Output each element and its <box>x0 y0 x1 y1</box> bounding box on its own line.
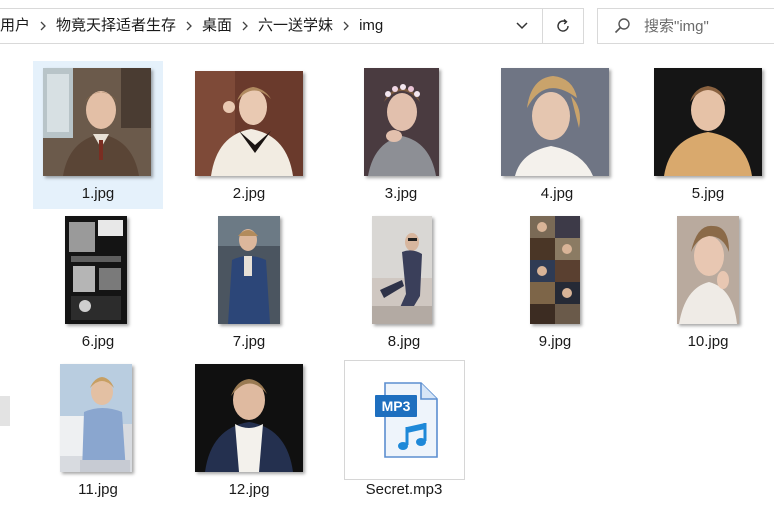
navigation-pane-edge <box>0 44 10 525</box>
image-thumbnail <box>372 216 432 324</box>
file-item-2[interactable]: 2.jpg <box>184 61 314 209</box>
breadcrumb-item-current[interactable]: img <box>353 9 389 43</box>
file-item-3[interactable]: 3.jpg <box>336 61 466 209</box>
mp3-file-icon: MP3 <box>344 360 465 480</box>
file-item-1[interactable]: 1.jpg <box>33 61 163 209</box>
file-name: 9.jpg <box>538 333 572 350</box>
file-item-6[interactable]: 6.jpg <box>33 209 163 357</box>
image-thumbnail <box>364 68 439 176</box>
image-thumbnail <box>195 364 303 472</box>
file-name: 3.jpg <box>384 185 418 202</box>
file-item-5[interactable]: 5.jpg <box>643 61 773 209</box>
file-name: 12.jpg <box>228 481 270 498</box>
chevron-right-icon[interactable] <box>182 9 196 43</box>
file-item-13[interactable]: MP3 Secret.mp3 <box>339 357 469 505</box>
file-name: 5.jpg <box>691 185 725 202</box>
image-thumbnail <box>530 216 580 324</box>
search-input[interactable] <box>644 17 774 35</box>
chevron-right-icon[interactable] <box>36 9 50 43</box>
file-name: 8.jpg <box>387 333 421 350</box>
file-name: 1.jpg <box>81 185 115 202</box>
chevron-down-icon[interactable] <box>502 9 542 43</box>
breadcrumb-item-users[interactable]: 用户 <box>0 9 36 43</box>
image-thumbnail <box>677 216 739 324</box>
file-item-4[interactable]: 4.jpg <box>492 61 622 209</box>
search-box[interactable] <box>597 8 774 44</box>
file-item-7[interactable]: 7.jpg <box>184 209 314 357</box>
image-thumbnail <box>60 364 132 472</box>
breadcrumb: 用户 物竟天择适者生存 桌面 六一送学妹 img <box>0 9 502 43</box>
nav-scrollbar-thumb[interactable] <box>0 396 10 426</box>
file-name: 7.jpg <box>232 333 266 350</box>
file-name: 4.jpg <box>540 185 574 202</box>
search-icon <box>606 9 640 43</box>
refresh-icon[interactable] <box>542 9 583 43</box>
breadcrumb-item-folder[interactable]: 六一送学妹 <box>252 9 339 43</box>
file-item-8[interactable]: 8.jpg <box>339 209 469 357</box>
chevron-right-icon[interactable] <box>339 9 353 43</box>
image-thumbnail <box>195 71 303 176</box>
image-thumbnail <box>43 68 151 176</box>
image-thumbnail <box>218 216 280 324</box>
file-item-11[interactable]: 11.jpg <box>33 357 163 505</box>
file-item-12[interactable]: 12.jpg <box>184 357 314 505</box>
breadcrumb-item-desktop[interactable]: 桌面 <box>196 9 238 43</box>
file-name: 6.jpg <box>81 333 115 350</box>
breadcrumb-item-user[interactable]: 物竟天择适者生存 <box>50 9 182 43</box>
chevron-right-icon[interactable] <box>238 9 252 43</box>
image-thumbnail <box>65 216 127 324</box>
image-thumbnail <box>501 68 609 176</box>
file-item-9[interactable]: 9.jpg <box>490 209 620 357</box>
address-bar[interactable]: 用户 物竟天择适者生存 桌面 六一送学妹 img <box>0 8 584 44</box>
image-thumbnail <box>654 68 762 176</box>
mp3-badge-text: MP3 <box>382 398 411 414</box>
file-name: 10.jpg <box>687 333 729 350</box>
file-name: 2.jpg <box>232 185 266 202</box>
file-name: 11.jpg <box>78 481 118 498</box>
file-item-10[interactable]: 10.jpg <box>643 209 773 357</box>
file-name: Secret.mp3 <box>365 481 443 498</box>
